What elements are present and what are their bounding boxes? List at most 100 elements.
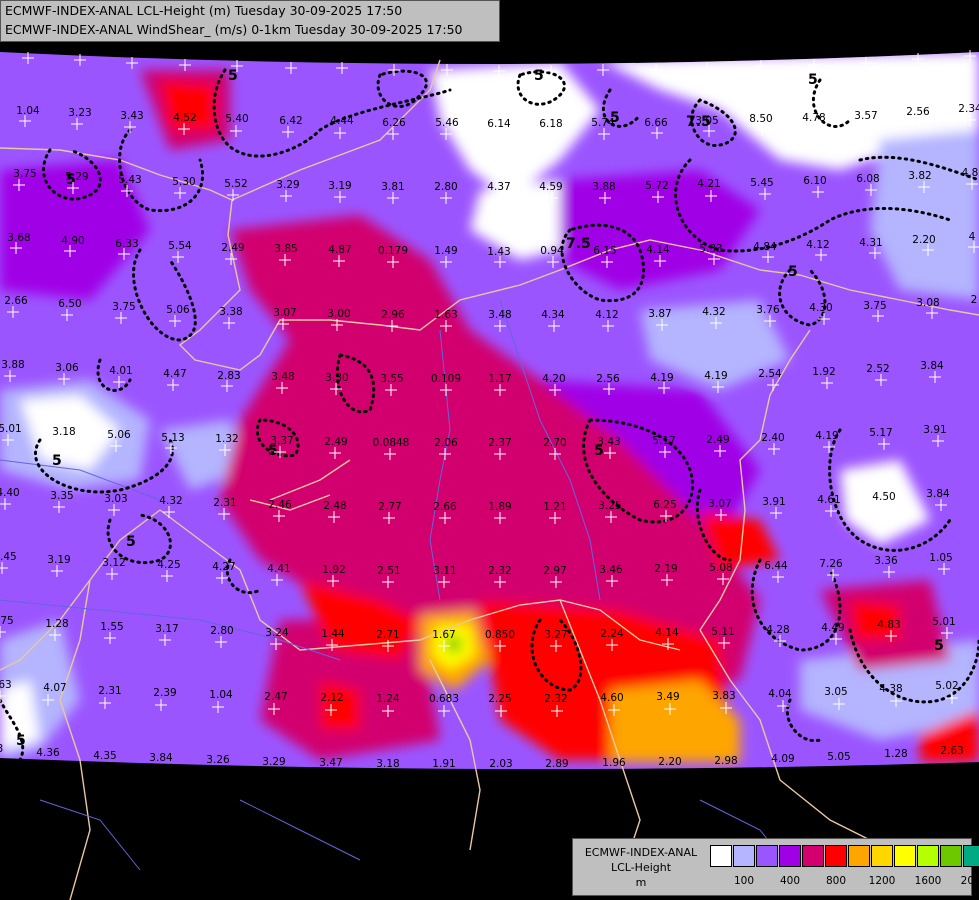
grid-value-label: 4.20 xyxy=(542,373,565,385)
contour-label: 5 xyxy=(808,72,818,88)
grid-value-label: 6.15 xyxy=(593,245,616,257)
grid-value-label: 3 xyxy=(0,743,3,755)
grid-value-label: 5.72 xyxy=(645,180,668,192)
grid-value-label: 4.78 xyxy=(802,112,825,124)
weather-map: 5 5 5 5 5 5 5 5 5 7.5 7.5 5 5 5 1.04 3.23… xyxy=(0,50,979,900)
grid-value-label: 2.63 xyxy=(940,745,963,757)
grid-value-label: 3.81 xyxy=(381,181,404,193)
grid-value-label: 3.17 xyxy=(155,623,178,635)
grid-value-label: 3.85 xyxy=(274,243,297,255)
grid-value-label: 4.36 xyxy=(36,747,60,759)
grid-value-label: 3.37 xyxy=(270,435,293,447)
grid-value-label: 3.46 xyxy=(599,564,623,576)
grid-value-label: 4.19 xyxy=(704,370,727,382)
contour-label: 7.5 xyxy=(566,236,591,252)
grid-value-label: 3.06 xyxy=(55,362,79,374)
grid-value-label: 2.52 xyxy=(866,363,889,375)
grid-value-label: 5.54 xyxy=(168,240,192,252)
grid-value-label: 3.87 xyxy=(648,308,671,320)
grid-value-label: 2.32 xyxy=(488,565,511,577)
grid-value-label: 3.91 xyxy=(762,496,785,508)
legend-swatch xyxy=(848,845,870,867)
grid-value-label: 3.08 xyxy=(916,297,939,309)
forecast-domain xyxy=(0,52,979,770)
legend-swatch xyxy=(871,845,893,867)
grid-value-label: 1.24 xyxy=(376,693,400,705)
grid-value-label: 5.11 xyxy=(711,626,734,638)
grid-value-label: 2.80 xyxy=(434,181,457,193)
grid-value-label: 4.40 xyxy=(0,487,20,499)
grid-value-label: 5.02 xyxy=(935,680,958,692)
grid-value-label: 4.59 xyxy=(539,181,562,193)
grid-value-label: 4.27 xyxy=(212,561,235,573)
grid-value-label: 2.80 xyxy=(210,625,233,637)
grid-value-label: 5.05 xyxy=(827,751,850,763)
contour-label: 5 xyxy=(788,264,798,280)
grid-value-label: 5.29 xyxy=(65,171,88,183)
grid-value-label: 3.35 xyxy=(50,490,73,502)
grid-value-label: 3.29 xyxy=(276,179,299,191)
grid-value-label: 3.38 xyxy=(219,306,242,318)
grid-value-label: 1.44 xyxy=(321,628,345,640)
grid-value-label: 3.88 xyxy=(592,181,615,193)
grid-value-label: 4.35 xyxy=(93,750,116,762)
grid-value-label: 4.14 xyxy=(655,627,679,639)
contour-label: 5 xyxy=(126,534,136,550)
contour-label: 5 xyxy=(52,453,62,469)
grid-value-label: 3.75 xyxy=(863,300,886,312)
legend-swatch xyxy=(917,845,939,867)
grid-value-label: 2.77 xyxy=(378,501,401,513)
grid-value-label: 3.45 xyxy=(0,551,17,563)
grid-value-label: 4.19 xyxy=(650,372,673,384)
grid-value-label: 1.55 xyxy=(100,621,123,633)
grid-value-label: 4.41 xyxy=(267,563,290,575)
grid-value-label: 6.44 xyxy=(764,560,788,572)
grid-value-label: 4.75 xyxy=(0,615,14,627)
grid-value-label: 4.50 xyxy=(872,491,895,503)
grid-value-label: 5.46 xyxy=(435,117,459,129)
grid-value-label: 3.25 xyxy=(598,500,621,512)
grid-value-label: 3.29 xyxy=(262,756,285,768)
grid-value-label: 0.179 xyxy=(378,245,408,257)
grid-value-label: 4.25 xyxy=(157,559,180,571)
legend-swatch xyxy=(825,845,847,867)
grid-value-label: 1.04 xyxy=(16,105,40,117)
grid-value-label: 3.91 xyxy=(923,424,946,436)
grid-value-label: 2.49 xyxy=(324,436,347,448)
grid-value-label: 3.07 xyxy=(273,307,296,319)
grid-value-label: 4.8 xyxy=(962,167,979,179)
grid-value-label: 3.05 xyxy=(695,115,718,127)
grid-value-label: 4.12 xyxy=(806,239,829,251)
grid-value-label: 1.49 xyxy=(434,245,457,257)
header-line-lcl: ECMWF-INDEX-ANAL LCL-Height (m) Tuesday … xyxy=(5,3,403,18)
grid-value-label: 4.07 xyxy=(43,682,66,694)
contour-label: 5 xyxy=(16,733,26,749)
grid-value-label: 3.83 xyxy=(712,690,735,702)
grid-value-label: 1.28 xyxy=(884,748,907,760)
grid-value-label: 0.850 xyxy=(485,629,515,641)
grid-value-label: 2.98 xyxy=(714,755,737,767)
grid-value-label: 3.48 xyxy=(271,371,294,383)
grid-value-label: 1.28 xyxy=(45,618,68,630)
legend-swatch xyxy=(894,845,916,867)
river-line xyxy=(39,799,141,871)
grid-value-label: 6.50 xyxy=(58,298,81,310)
grid-value-label: 2.32 xyxy=(544,693,567,705)
grid-value-label: 3.75 xyxy=(112,301,135,313)
grid-value-label: 2.03 xyxy=(489,758,512,770)
grid-value-label: 2.12 xyxy=(320,692,343,704)
grid-value-label: 2.20 xyxy=(658,756,681,768)
grid-value-label: 2.56 xyxy=(596,373,620,385)
grid-value-label: 4.30 xyxy=(809,302,832,314)
river-line xyxy=(239,799,361,861)
grid-value-label: 4.31 xyxy=(859,237,882,249)
grid-value-label: 5.08 xyxy=(709,562,732,574)
legend-tick-label: 1200 xyxy=(868,875,896,887)
grid-value-label: 3.11 xyxy=(433,565,456,577)
grid-value-label: 3.49 xyxy=(656,691,679,703)
grid-value-label: 3.07 xyxy=(708,498,731,510)
grid-value-label: 7.26 xyxy=(819,558,843,570)
grid-value-label: 3.18 xyxy=(52,426,75,438)
grid-value-label: 4.44 xyxy=(330,115,354,127)
grid-value-label: 3.27 xyxy=(544,629,567,641)
